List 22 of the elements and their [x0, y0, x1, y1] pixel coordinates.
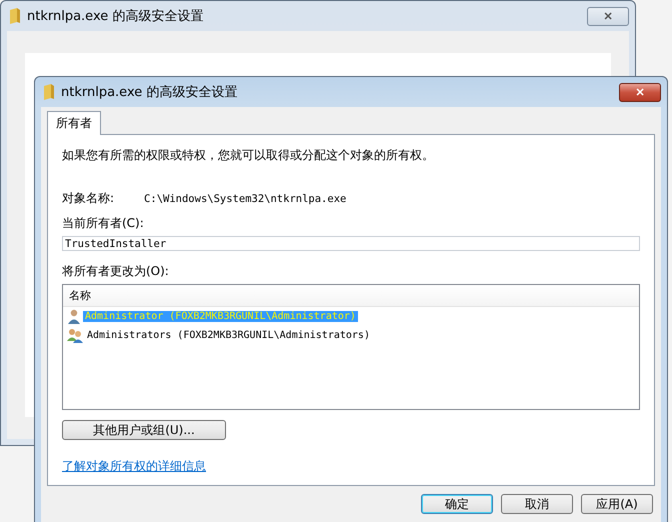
close-button[interactable]: ✕: [619, 82, 661, 102]
details-link[interactable]: 了解对象所有权的详细信息: [62, 458, 206, 475]
window-title: ntkrnlpa.exe 的高级安全设置: [61, 84, 238, 101]
owner-item[interactable]: Administrators (FOXB2MKB3RGUNIL\Administrators): [85, 330, 372, 341]
intro-text: 如果您有所需的权限或特权，您就可以取得或分配这个对象的所有权。: [62, 147, 435, 164]
users-icon: [67, 328, 83, 343]
change-owner-label: 将所有者更改为(O):: [62, 263, 170, 280]
object-name-label: 对象名称:: [62, 190, 114, 207]
dialog-button[interactable]: 取消: [501, 494, 573, 514]
current-owner-label: 当前所有者(C):: [62, 215, 145, 232]
current-owner-field[interactable]: TrustedInstaller: [62, 236, 640, 251]
folder-icon: [9, 8, 21, 24]
dialog-button[interactable]: 应用(A): [581, 494, 653, 514]
tab[interactable]: 所有者: [47, 111, 101, 135]
column-header[interactable]: 名称: [69, 288, 91, 303]
object-path: C:\Windows\System32\ntkrnlpa.exe: [144, 192, 346, 204]
window-title: ntkrnlpa.exe 的高级安全设置: [27, 8, 204, 25]
close-button[interactable]: ✕: [587, 6, 629, 26]
folder-icon: [43, 84, 55, 100]
other-users-button[interactable]: 其他用户或组(U)...: [62, 420, 226, 440]
user-icon: [67, 309, 81, 324]
dialog-button[interactable]: 确定: [421, 494, 493, 514]
